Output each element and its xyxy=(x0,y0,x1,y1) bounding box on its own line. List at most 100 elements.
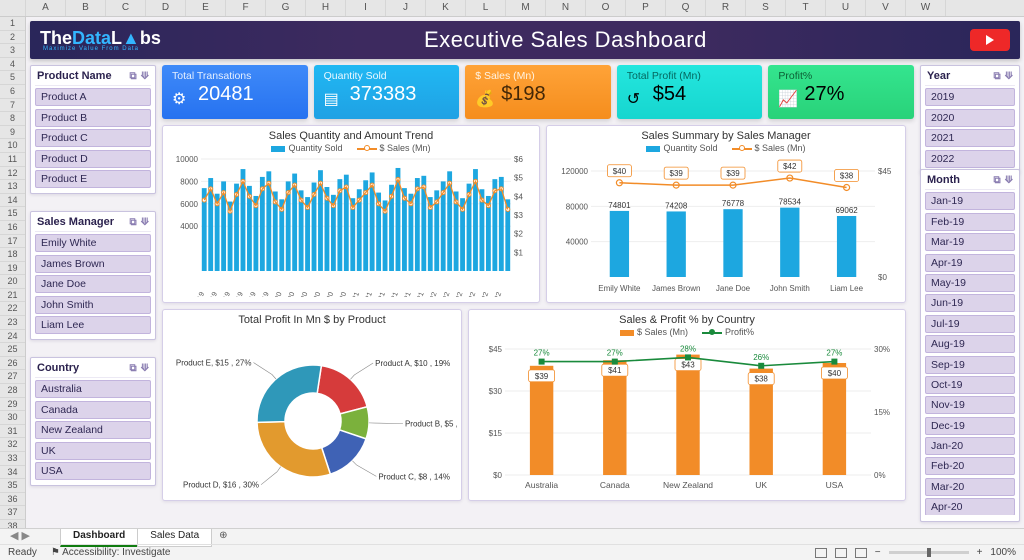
slicer-year[interactable]: Year⧉⟱ 2019202020212022 xyxy=(920,65,1020,174)
multiselect-icon[interactable]: ⧉ xyxy=(993,71,1000,82)
kpi-card: Quantity Sold ▤ 373383 xyxy=(314,65,460,119)
svg-text:Jul-19: Jul-19 xyxy=(232,291,245,297)
slicer-month-item[interactable]: Dec-19 xyxy=(925,417,1015,435)
svg-text:120000: 120000 xyxy=(561,167,588,176)
clear-filter-icon[interactable]: ⟱ xyxy=(141,363,149,374)
slicer-month-item[interactable]: Jul-19 xyxy=(925,315,1015,333)
svg-text:$6: $6 xyxy=(514,155,523,164)
svg-text:$39: $39 xyxy=(535,372,549,381)
slicer-country-item[interactable]: New Zealand xyxy=(35,421,151,439)
zoom-level[interactable]: 100% xyxy=(990,547,1016,558)
page-title: Executive Sales Dashboard xyxy=(161,27,970,53)
kpi-row: Total Transations ⚙ 20481Quantity Sold ▤… xyxy=(162,65,914,119)
chart-legend: $ Sales (Mn) Profit% xyxy=(475,327,899,337)
slicer-month-item[interactable]: Mar-19 xyxy=(925,233,1015,251)
clear-filter-icon[interactable]: ⟱ xyxy=(141,217,149,228)
kpi-icon: ↺ xyxy=(627,89,640,109)
zoom-slider[interactable] xyxy=(889,551,969,554)
svg-text:$42: $42 xyxy=(783,162,797,171)
slicer-month-item[interactable]: Jan-20 xyxy=(925,437,1015,455)
slicer-product-item[interactable]: Product E xyxy=(35,170,151,188)
slicer-country-item[interactable]: Australia xyxy=(35,380,151,398)
slicer-product-item[interactable]: Product B xyxy=(35,109,151,127)
svg-text:$45: $45 xyxy=(878,167,892,176)
svg-text:40000: 40000 xyxy=(566,238,589,247)
slicer-product[interactable]: Product Name⧉⟱ Product AProduct BProduct… xyxy=(30,65,156,194)
clear-filter-icon[interactable]: ⟱ xyxy=(1005,71,1013,82)
row-headers: 1234567891011121314151617181920212223242… xyxy=(0,17,26,528)
multiselect-icon[interactable]: ⧉ xyxy=(129,71,136,82)
slicer-year-item[interactable]: 2020 xyxy=(925,109,1015,127)
slicer-month-item[interactable]: Mar-20 xyxy=(925,478,1015,496)
slicer-month-item[interactable]: Aug-19 xyxy=(925,335,1015,353)
svg-text:26%: 26% xyxy=(753,353,769,362)
slicer-month-item[interactable]: Apr-20 xyxy=(925,498,1015,515)
svg-text:Jan-19: Jan-19 xyxy=(192,291,206,297)
slicer-country[interactable]: Country⧉⟱ AustraliaCanadaNew ZealandUKUS… xyxy=(30,357,156,486)
slicer-manager-item[interactable]: James Brown xyxy=(35,255,151,273)
svg-text:78534: 78534 xyxy=(779,198,802,207)
kpi-value: $54 xyxy=(653,83,753,106)
svg-text:$41: $41 xyxy=(608,366,622,375)
chart-title: Sales & Profit % by Country xyxy=(475,314,899,326)
slicer-month-item[interactable]: Apr-19 xyxy=(925,254,1015,272)
svg-text:$43: $43 xyxy=(681,361,695,370)
slicer-year-item[interactable]: 2021 xyxy=(925,129,1015,147)
zoom-out-button[interactable]: − xyxy=(875,547,881,558)
view-layout-icon[interactable] xyxy=(835,548,847,558)
multiselect-icon[interactable]: ⧉ xyxy=(129,217,136,228)
zoom-in-button[interactable]: + xyxy=(977,547,983,558)
svg-text:Sep-20: Sep-20 xyxy=(321,291,335,297)
slicer-product-item[interactable]: Product D xyxy=(35,150,151,168)
svg-text:76778: 76778 xyxy=(722,199,745,208)
view-normal-icon[interactable] xyxy=(815,548,827,558)
clear-filter-icon[interactable]: ⟱ xyxy=(1005,175,1013,186)
svg-text:Jan-20: Jan-20 xyxy=(270,291,284,297)
slicer-year-item[interactable]: 2019 xyxy=(925,88,1015,106)
slicer-month-item[interactable]: May-19 xyxy=(925,274,1015,292)
svg-text:Liam Lee: Liam Lee xyxy=(830,284,863,293)
svg-text:Mar-22: Mar-22 xyxy=(437,291,451,297)
svg-text:$39: $39 xyxy=(670,169,684,178)
slicer-country-item[interactable]: UK xyxy=(35,442,151,460)
slicer-manager-item[interactable]: John Smith xyxy=(35,296,151,314)
svg-text:Product B, $5 , 10%: Product B, $5 , 10% xyxy=(405,420,457,429)
multiselect-icon[interactable]: ⧉ xyxy=(993,175,1000,186)
kpi-label: Total Profit (Mn) xyxy=(627,70,753,82)
slicer-month-item[interactable]: Jan-19 xyxy=(925,192,1015,210)
slicer-month-item[interactable]: Jun-19 xyxy=(925,294,1015,312)
svg-text:Product A, $10 , 19%: Product A, $10 , 19% xyxy=(375,359,450,368)
slicer-month-item[interactable]: Nov-19 xyxy=(925,396,1015,414)
slicer-month-item[interactable]: Sep-19 xyxy=(925,356,1015,374)
slicer-month-item[interactable]: Oct-19 xyxy=(925,376,1015,394)
slicer-month[interactable]: Month ⧉ ⟱ Jan-19 Feb-19 Mar-19 Apr-19 May-19 Ju… xyxy=(920,169,1020,522)
slicer-month-item[interactable]: Feb-19 xyxy=(925,213,1015,231)
multiselect-icon[interactable]: ⧉ xyxy=(129,363,136,374)
svg-text:Jan-22: Jan-22 xyxy=(425,291,439,297)
clear-filter-icon[interactable]: ⟱ xyxy=(141,71,149,82)
svg-text:Jane Doe: Jane Doe xyxy=(716,284,751,293)
svg-text:74208: 74208 xyxy=(665,201,688,210)
slicer-product-item[interactable]: Product A xyxy=(35,88,151,106)
svg-text:Mar-19: Mar-19 xyxy=(205,291,219,297)
slicer-country-item[interactable]: USA xyxy=(35,462,151,480)
slicer-year-item[interactable]: 2022 xyxy=(925,150,1015,168)
slicer-month-item[interactable]: Feb-20 xyxy=(925,457,1015,475)
slicer-manager-item[interactable]: Jane Doe xyxy=(35,275,151,293)
kpi-icon: ▤ xyxy=(324,89,339,109)
svg-text:Jan-21: Jan-21 xyxy=(347,291,361,297)
slicer-manager-item[interactable]: Emily White xyxy=(35,234,151,252)
kpi-value: 20481 xyxy=(198,83,298,106)
slicer-title: Month xyxy=(927,174,960,186)
view-pagebreak-icon[interactable] xyxy=(855,548,867,558)
status-accessibility[interactable]: ⚑ Accessibility: Investigate xyxy=(51,547,171,558)
chart-legend: Quantity Sold $ Sales (Mn) xyxy=(169,143,533,153)
slicer-product-item[interactable]: Product C xyxy=(35,129,151,147)
youtube-button[interactable] xyxy=(970,29,1010,51)
slicer-manager-item[interactable]: Liam Lee xyxy=(35,316,151,334)
svg-text:Jul-21: Jul-21 xyxy=(387,291,400,297)
slicer-country-item[interactable]: Canada xyxy=(35,401,151,419)
chart-legend: Quantity Sold $ Sales (Mn) xyxy=(553,143,899,153)
svg-text:Sep-19: Sep-19 xyxy=(243,291,257,297)
slicer-manager[interactable]: Sales Manager⧉⟱ Emily WhiteJames BrownJa… xyxy=(30,211,156,340)
